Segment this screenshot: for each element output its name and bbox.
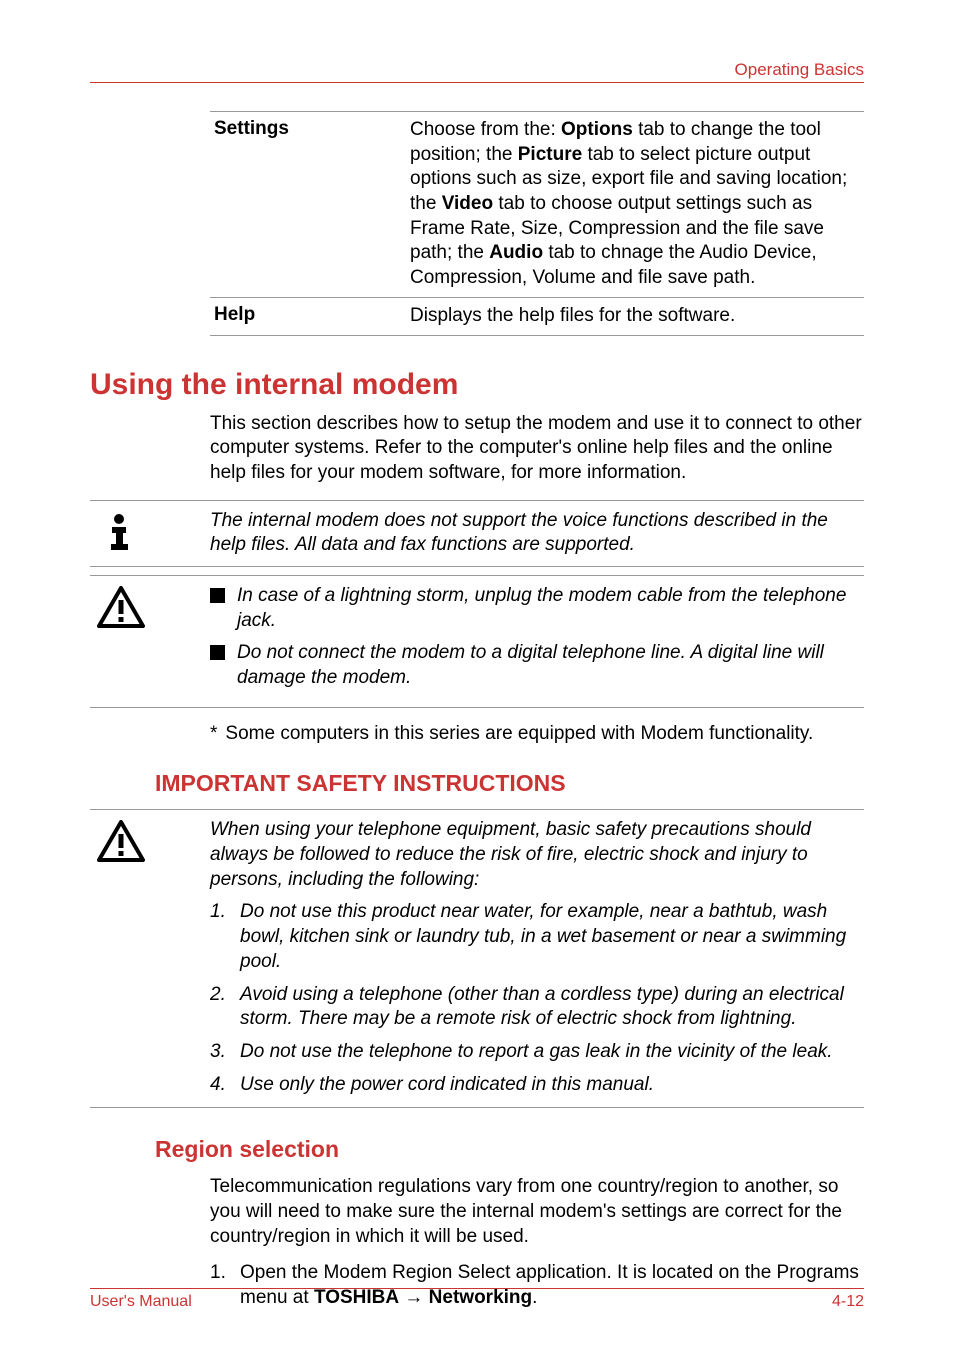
table-value-settings: Choose from the: Options tab to change t…: [410, 118, 864, 291]
list-item: Do not use this product near water, for …: [210, 900, 864, 974]
table-value-help: Displays the help files for the software…: [410, 304, 864, 329]
safety-warning-callout: When using your telephone equipment, bas…: [90, 809, 864, 1097]
info-icon: [90, 509, 210, 553]
safety-intro-text: When using your telephone equipment, bas…: [210, 818, 864, 1097]
warning-icon: [90, 818, 210, 864]
table-row: Settings Choose from the: Options tab to…: [210, 111, 864, 297]
modem-intro-paragraph: This section describes how to setup the …: [210, 412, 864, 486]
bullet-icon: [210, 645, 225, 660]
heading-region: Region selection: [155, 1136, 864, 1163]
warning-callout: In case of a lightning storm, unplug the…: [90, 575, 864, 708]
heading-safety: IMPORTANT SAFETY INSTRUCTIONS: [155, 770, 864, 797]
note-text: The internal modem does not support the …: [210, 509, 864, 558]
region-intro-paragraph: Telecommunication regulations vary from …: [210, 1175, 864, 1249]
table-label-help: Help: [210, 304, 410, 329]
safety-ordered-list: Do not use this product near water, for …: [210, 900, 864, 1097]
bullet-icon: [210, 588, 225, 603]
page-header: Operating Basics: [90, 60, 864, 83]
footer-left: User's Manual: [90, 1293, 192, 1311]
table-row: Help Displays the help files for the sof…: [210, 297, 864, 336]
footer-right: 4-12: [832, 1293, 864, 1311]
settings-table: Settings Choose from the: Options tab to…: [210, 111, 864, 336]
list-item: Use only the power cord indicated in thi…: [210, 1073, 864, 1098]
table-label-settings: Settings: [210, 118, 410, 291]
list-item: Avoid using a telephone (other than a co…: [210, 983, 864, 1032]
divider: [90, 1107, 864, 1108]
heading-internal-modem: Using the internal modem: [90, 368, 864, 402]
warning-bullet-list: In case of a lightning storm, unplug the…: [210, 584, 864, 699]
list-item: In case of a lightning storm, unplug the…: [210, 584, 864, 633]
breadcrumb: Operating Basics: [735, 60, 864, 79]
page-footer: User's Manual 4-12: [90, 1288, 864, 1311]
list-item: Do not connect the modem to a digital te…: [210, 641, 864, 690]
note-callout: The internal modem does not support the …: [90, 500, 864, 567]
modem-footnote: * Some computers in this series are equi…: [210, 722, 864, 747]
list-item: Do not use the telephone to report a gas…: [210, 1040, 864, 1065]
warning-icon: [90, 584, 210, 630]
